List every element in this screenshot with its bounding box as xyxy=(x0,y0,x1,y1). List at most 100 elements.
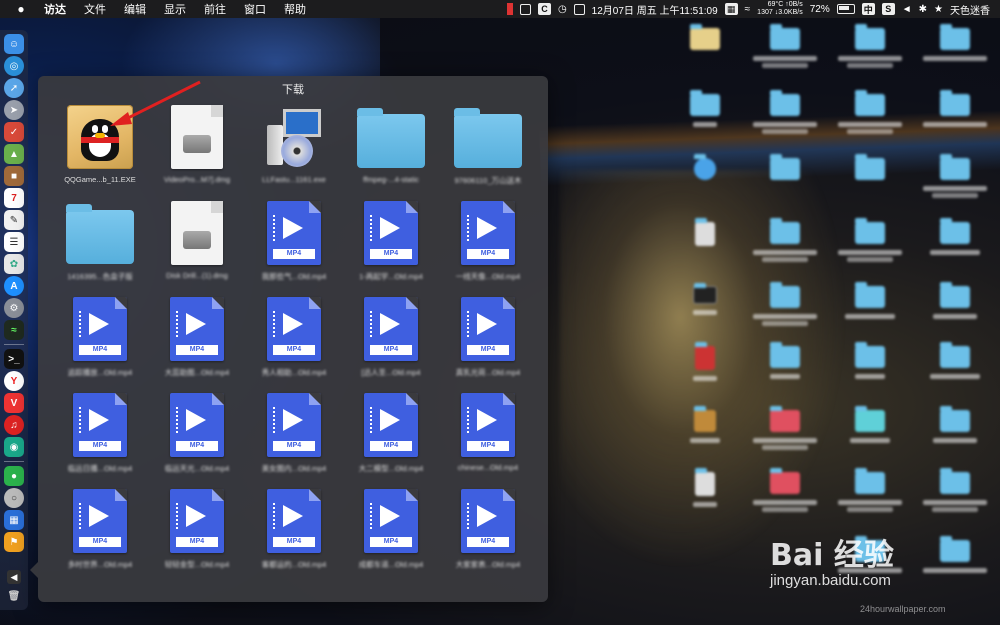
download-item[interactable]: Disk Drill...(1).dmg xyxy=(149,196,245,292)
desktop-folder[interactable] xyxy=(920,154,990,198)
desktop-folder[interactable] xyxy=(835,282,905,319)
desktop-folder[interactable] xyxy=(835,24,905,68)
download-item[interactable]: MP4 多时世界...Old.mp4 xyxy=(52,484,148,580)
desktop-folder[interactable] xyxy=(920,342,990,379)
monitor-icon[interactable]: ≈ xyxy=(4,320,24,340)
terminal-icon[interactable]: >_ xyxy=(4,349,24,369)
desktop-file[interactable] xyxy=(670,283,740,315)
download-item[interactable]: MP4 成都车道...Old.mp4 xyxy=(343,484,439,580)
download-item[interactable]: QQGame...b_11.EXE xyxy=(52,100,148,196)
desktop-folder[interactable] xyxy=(835,218,905,262)
document-icon[interactable]: ☰ xyxy=(4,232,24,252)
desktop-file[interactable] xyxy=(670,468,740,507)
desktop-folder[interactable] xyxy=(920,406,990,443)
flag-icon[interactable]: ⚑ xyxy=(4,532,24,552)
trash-icon[interactable]: 🗑 xyxy=(4,586,24,606)
s-app-icon[interactable]: S xyxy=(881,3,895,15)
desktop-folder[interactable] xyxy=(750,468,820,512)
desktop-folder[interactable] xyxy=(920,90,990,127)
stack-arrow-icon[interactable]: ◀ xyxy=(7,570,21,584)
desktop-file[interactable] xyxy=(670,154,740,191)
desktop-folder[interactable] xyxy=(750,406,820,450)
download-item[interactable]: MP4 轻轻金型...Old.mp4 xyxy=(149,484,245,580)
download-item[interactable]: MP4 客都运的...Old.mp4 xyxy=(246,484,342,580)
download-item[interactable]: VideoPro...M7].dmg xyxy=(149,100,245,196)
menu-window[interactable]: 窗口 xyxy=(244,1,266,17)
menu-help[interactable]: 帮助 xyxy=(284,1,306,17)
photos-icon[interactable]: ✿ xyxy=(4,254,24,274)
desktop-file[interactable] xyxy=(670,406,740,443)
desktop-folder[interactable] xyxy=(835,154,905,191)
download-item[interactable]: MP4 真乳光荷...Old.mp4 xyxy=(440,292,536,388)
launchpad-icon[interactable]: ➤ xyxy=(4,100,24,120)
download-item[interactable]: MP4 chinese...Old.mp4 xyxy=(440,388,536,484)
app-menu-finder[interactable]: 访达 xyxy=(44,1,66,17)
desktop-folder[interactable] xyxy=(920,468,990,512)
finder-icon[interactable]: ☺ xyxy=(4,34,24,54)
user-name[interactable]: 天色迷香 xyxy=(950,2,990,17)
app-grid-icon[interactable]: ▦ xyxy=(724,3,738,15)
datetime[interactable]: 12月07日 周五 上午11:51:09 xyxy=(592,2,718,17)
download-item[interactable]: MP4 一线天像...Old.mp4 xyxy=(440,196,536,292)
volume-icon[interactable]: ◄ xyxy=(902,4,912,15)
menu-file[interactable]: 文件 xyxy=(84,1,106,17)
tasks-icon[interactable]: ✓ xyxy=(4,122,24,142)
notes-icon[interactable]: ■ xyxy=(4,166,24,186)
calendar-icon[interactable]: 7 xyxy=(4,188,24,208)
desktop-folder[interactable] xyxy=(750,90,820,134)
download-item[interactable]: MP4 1-两起学...Old.mp4 xyxy=(343,196,439,292)
desktop-folder[interactable] xyxy=(835,342,905,379)
desktop-folder[interactable] xyxy=(920,536,990,573)
download-item[interactable]: MP4 大二模型...Old.mp4 xyxy=(343,388,439,484)
download-item[interactable]: ffmpeg-...4-static xyxy=(343,100,439,196)
compass-icon[interactable]: ➚ xyxy=(4,78,24,98)
globe-icon[interactable]: ◷ xyxy=(558,4,567,15)
download-item[interactable]: MP4 美女图内...Old.mp4 xyxy=(246,388,342,484)
battery-icon[interactable] xyxy=(836,4,855,14)
desktop-folder[interactable] xyxy=(750,24,820,68)
menu-view[interactable]: 显示 xyxy=(164,1,186,17)
download-item[interactable]: MP4 临远日播...Old.mp4 xyxy=(52,388,148,484)
desktop-folder[interactable] xyxy=(750,154,820,191)
appstore-icon[interactable]: A xyxy=(4,276,24,296)
battery-percent[interactable]: 72% xyxy=(810,4,830,15)
desktop-file[interactable] xyxy=(670,342,740,381)
desktop-folder[interactable] xyxy=(835,406,905,443)
download-item[interactable]: MP4 我那些气...Old.mp4 xyxy=(246,196,342,292)
download-item[interactable]: 1416395...色盒子版 xyxy=(52,196,148,292)
download-item[interactable]: MP4 秀人相助...Old.mp4 xyxy=(246,292,342,388)
download-item[interactable]: MP4 大蕊助图...Old.mp4 xyxy=(149,292,245,388)
bluetooth-icon[interactable]: ✱ xyxy=(919,4,927,15)
menu-edit[interactable]: 编辑 xyxy=(124,1,146,17)
desktop-folder[interactable] xyxy=(670,24,740,61)
desktop-folder[interactable] xyxy=(920,24,990,61)
safari-icon[interactable]: ◎ xyxy=(4,56,24,76)
menu-go[interactable]: 前往 xyxy=(204,1,226,17)
settings-icon[interactable]: ⚙ xyxy=(4,298,24,318)
windows-icon[interactable]: ▦ xyxy=(4,510,24,530)
yandex-icon[interactable]: Y xyxy=(4,371,24,391)
star-icon[interactable]: ★ xyxy=(934,4,943,15)
download-item[interactable]: MP4 大家家表...Old.mp4 xyxy=(440,484,536,580)
wifi-icon[interactable]: ≈ xyxy=(745,4,751,15)
textedit-icon[interactable]: ✎ xyxy=(4,210,24,230)
recording-indicator-icon[interactable] xyxy=(506,3,513,15)
calendar-icon[interactable] xyxy=(573,3,585,15)
desktop-folder[interactable] xyxy=(750,342,820,379)
desktop-folder[interactable] xyxy=(835,90,905,134)
download-item[interactable]: MP4 [迅人圣...Old.mp4 xyxy=(343,292,439,388)
desktop-folder[interactable] xyxy=(835,468,905,512)
desktop-folder[interactable] xyxy=(750,218,820,262)
desktop-folder[interactable] xyxy=(670,90,740,127)
android-icon[interactable]: ▲ xyxy=(4,144,24,164)
download-item[interactable]: LLFastu...1161.exe xyxy=(246,100,342,196)
download-item[interactable]: MP4 追踪播放...Old.mp4 xyxy=(52,292,148,388)
desktop-file[interactable] xyxy=(670,218,740,246)
system-monitor[interactable]: 69°C ↑0B/s 1307 ↓3.0KB/s xyxy=(757,1,803,17)
clipboard-c-icon[interactable]: C xyxy=(537,3,551,15)
download-item[interactable]: MP4 临远天光...Old.mp4 xyxy=(149,388,245,484)
wechat-icon[interactable]: ● xyxy=(4,466,24,486)
desktop-folder[interactable] xyxy=(750,282,820,326)
disk-icon[interactable]: ○ xyxy=(4,488,24,508)
message-icon[interactable] xyxy=(519,3,531,15)
